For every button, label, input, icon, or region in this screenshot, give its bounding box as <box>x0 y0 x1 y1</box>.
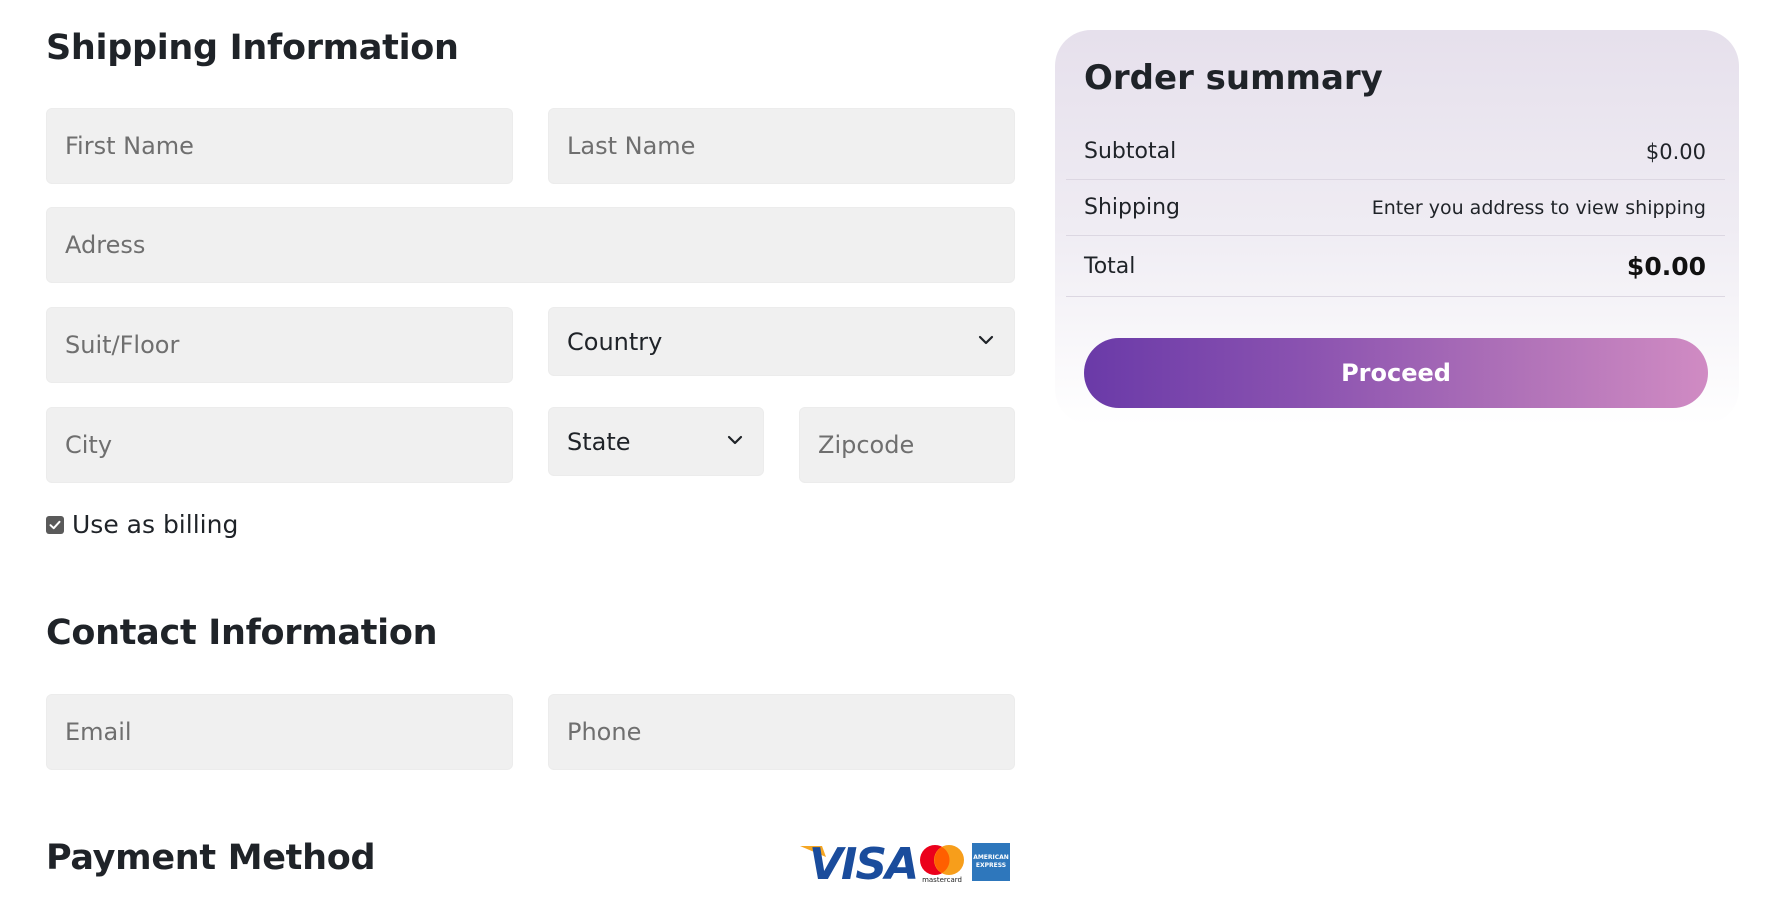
zipcode-input[interactable] <box>799 407 1015 483</box>
use-as-billing-label: Use as billing <box>72 510 239 539</box>
payment-section-title: Payment Method <box>46 838 376 878</box>
checkout-page: Shipping Information Country State Use a… <box>0 0 1773 901</box>
phone-input[interactable] <box>548 694 1015 770</box>
use-as-billing-checkbox[interactable] <box>46 515 64 534</box>
subtotal-label: Subtotal <box>1084 139 1177 164</box>
order-summary-card: Order summary Subtotal $0.00 Shipping En… <box>1055 30 1739 425</box>
shipping-value: Enter you address to view shipping <box>1371 196 1706 219</box>
payment-card-icons: VISA mastercard AMERICAN EXPRESS <box>800 840 1010 890</box>
state-select-label: State <box>567 427 631 456</box>
city-input[interactable] <box>46 407 513 483</box>
last-name-input[interactable] <box>548 108 1015 184</box>
country-select-label: Country <box>567 327 663 356</box>
subtotal-value: $0.00 <box>1645 139 1706 164</box>
shipping-section-title: Shipping Information <box>46 28 459 68</box>
country-select[interactable]: Country <box>548 307 1015 376</box>
total-label: Total <box>1084 253 1136 279</box>
address-input[interactable] <box>46 207 1015 283</box>
amex-icon: AMERICAN EXPRESS <box>972 843 1010 881</box>
proceed-button[interactable]: Proceed <box>1084 338 1708 408</box>
first-name-input[interactable] <box>46 108 513 184</box>
order-summary-title: Order summary <box>1084 58 1383 98</box>
chevron-down-icon <box>976 328 996 356</box>
visa-icon: VISA <box>800 840 919 890</box>
contact-section-title: Contact Information <box>46 613 438 653</box>
chevron-down-icon <box>725 428 745 456</box>
mastercard-icon: mastercard <box>918 843 966 888</box>
use-as-billing-row: Use as billing <box>46 510 238 539</box>
email-input[interactable] <box>46 694 513 770</box>
checkmark-icon <box>49 520 61 529</box>
total-row: Total $0.00 <box>1066 236 1725 297</box>
subtotal-row: Subtotal $0.00 <box>1066 124 1725 180</box>
suite-floor-input[interactable] <box>46 307 513 383</box>
shipping-row: Shipping Enter you address to view shipp… <box>1066 180 1725 236</box>
shipping-label: Shipping <box>1084 195 1180 220</box>
state-select[interactable]: State <box>548 407 764 476</box>
total-value: $0.00 <box>1626 251 1706 281</box>
